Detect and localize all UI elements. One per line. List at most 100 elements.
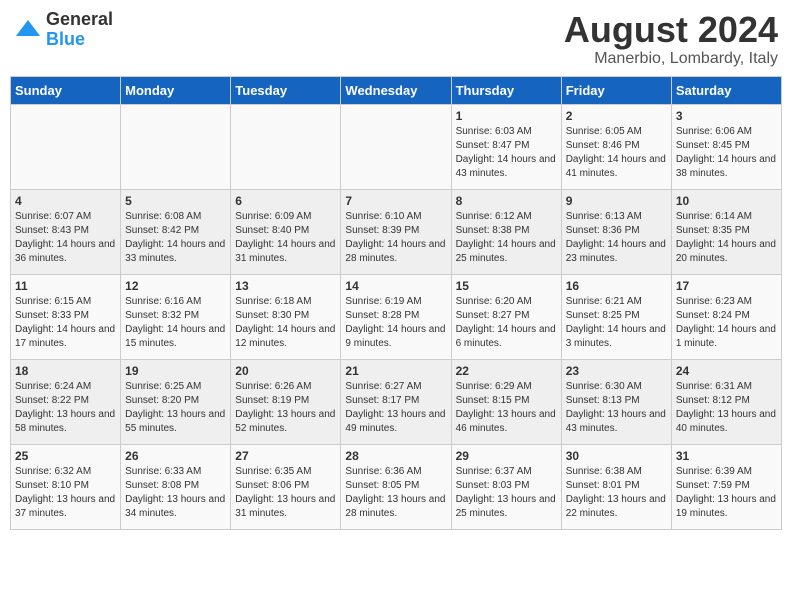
daylight: Daylight: 14 hours and 31 minutes.	[235, 238, 336, 266]
sunrise: Sunrise: 6:10 AM	[345, 210, 446, 224]
sunset: Sunset: 8:42 PM	[125, 224, 226, 238]
daylight: Daylight: 13 hours and 19 minutes.	[676, 493, 777, 521]
day-number: 16	[566, 279, 667, 293]
daylight: Daylight: 14 hours and 17 minutes.	[15, 323, 116, 351]
daylight: Daylight: 13 hours and 43 minutes.	[566, 408, 667, 436]
sunset: Sunset: 7:59 PM	[676, 479, 777, 493]
sunrise: Sunrise: 6:12 AM	[456, 210, 557, 224]
day-info: Sunrise: 6:19 AMSunset: 8:28 PMDaylight:…	[345, 295, 446, 351]
calendar-cell: 2Sunrise: 6:05 AMSunset: 8:46 PMDaylight…	[561, 104, 671, 189]
day-info: Sunrise: 6:06 AMSunset: 8:45 PMDaylight:…	[676, 125, 777, 181]
daylight: Daylight: 13 hours and 46 minutes.	[456, 408, 557, 436]
calendar-cell: 24Sunrise: 6:31 AMSunset: 8:12 PMDayligh…	[671, 359, 781, 444]
sunset: Sunset: 8:13 PM	[566, 394, 667, 408]
calendar-cell	[121, 104, 231, 189]
daylight: Daylight: 13 hours and 22 minutes.	[566, 493, 667, 521]
calendar-cell: 18Sunrise: 6:24 AMSunset: 8:22 PMDayligh…	[11, 359, 121, 444]
daylight: Daylight: 13 hours and 37 minutes.	[15, 493, 116, 521]
daylight: Daylight: 14 hours and 25 minutes.	[456, 238, 557, 266]
day-info: Sunrise: 6:18 AMSunset: 8:30 PMDaylight:…	[235, 295, 336, 351]
day-info: Sunrise: 6:13 AMSunset: 8:36 PMDaylight:…	[566, 210, 667, 266]
day-number: 21	[345, 364, 446, 378]
calendar-cell: 12Sunrise: 6:16 AMSunset: 8:32 PMDayligh…	[121, 274, 231, 359]
calendar-cell: 5Sunrise: 6:08 AMSunset: 8:42 PMDaylight…	[121, 189, 231, 274]
calendar-cell: 3 Sunrise: 6:06 AMSunset: 8:45 PMDaylight…	[671, 104, 781, 189]
sunset: Sunset: 8:47 PM	[456, 139, 557, 153]
sunrise: Sunrise: 6:21 AM	[566, 295, 667, 309]
sunrise: Sunrise: 6:27 AM	[345, 380, 446, 394]
daylight: Daylight: 14 hours and 38 minutes.	[676, 153, 777, 181]
day-info: Sunrise: 6:36 AMSunset: 8:05 PMDaylight:…	[345, 465, 446, 521]
daylight: Daylight: 13 hours and 52 minutes.	[235, 408, 336, 436]
header-day-monday: Monday	[121, 76, 231, 104]
day-number: 17	[676, 279, 777, 293]
sunrise: Sunrise: 6:32 AM	[15, 465, 116, 479]
sunrise: Sunrise: 6:20 AM	[456, 295, 557, 309]
day-number: 9	[566, 194, 667, 208]
calendar-cell: 17 Sunrise: 6:23 AMSunset: 8:24 PMDayligh…	[671, 274, 781, 359]
day-number: 10	[676, 194, 777, 208]
sunrise: Sunrise: 6:39 AM	[676, 465, 777, 479]
calendar-cell: 1Sunrise: 6:03 AMSunset: 8:47 PMDaylight…	[451, 104, 561, 189]
daylight: Daylight: 14 hours and 6 minutes.	[456, 323, 557, 351]
day-number: 8	[456, 194, 557, 208]
day-info: Sunrise: 6:32 AMSunset: 8:10 PMDaylight:…	[15, 465, 116, 521]
calendar-table: SundayMondayTuesdayWednesdayThursdayFrid…	[10, 76, 782, 530]
header-day-thursday: Thursday	[451, 76, 561, 104]
calendar-cell: 19Sunrise: 6:25 AMSunset: 8:20 PMDayligh…	[121, 359, 231, 444]
sunset: Sunset: 8:20 PM	[125, 394, 226, 408]
sunset: Sunset: 8:17 PM	[345, 394, 446, 408]
calendar-week-4: 18Sunrise: 6:24 AMSunset: 8:22 PMDayligh…	[11, 359, 782, 444]
day-info: Sunrise: 6:30 AMSunset: 8:13 PMDaylight:…	[566, 380, 667, 436]
day-number: 3	[676, 109, 777, 123]
day-info: Sunrise: 6:21 AMSunset: 8:25 PMDaylight:…	[566, 295, 667, 351]
calendar-cell: 14 Sunrise: 6:19 AMSunset: 8:28 PMDayligh…	[341, 274, 451, 359]
day-number: 14	[345, 279, 446, 293]
sunrise: Sunrise: 6:03 AM	[456, 125, 557, 139]
calendar-cell: 11Sunrise: 6:15 AMSunset: 8:33 PMDayligh…	[11, 274, 121, 359]
daylight: Daylight: 13 hours and 40 minutes.	[676, 408, 777, 436]
calendar-week-2: 4Sunrise: 6:07 AMSunset: 8:43 PMDaylight…	[11, 189, 782, 274]
day-number: 5	[125, 194, 226, 208]
sunrise: Sunrise: 6:08 AM	[125, 210, 226, 224]
day-info: Sunrise: 6:05 AMSunset: 8:46 PMDaylight:…	[566, 125, 667, 181]
sunrise: Sunrise: 6:15 AM	[15, 295, 116, 309]
calendar-cell: 28 Sunrise: 6:36 AMSunset: 8:05 PMDayligh…	[341, 444, 451, 529]
calendar-cell: 31 Sunrise: 6:39 AMSunset: 7:59 PMDayligh…	[671, 444, 781, 529]
sunset: Sunset: 8:05 PM	[345, 479, 446, 493]
calendar-cell: 6Sunrise: 6:09 AMSunset: 8:40 PMDaylight…	[231, 189, 341, 274]
daylight: Daylight: 13 hours and 25 minutes.	[456, 493, 557, 521]
logo-blue: Blue	[46, 30, 113, 50]
day-number: 25	[15, 449, 116, 463]
day-number: 28	[345, 449, 446, 463]
sunset: Sunset: 8:01 PM	[566, 479, 667, 493]
daylight: Daylight: 14 hours and 28 minutes.	[345, 238, 446, 266]
day-number: 23	[566, 364, 667, 378]
calendar-cell: 10Sunrise: 6:14 AMSunset: 8:35 PMDayligh…	[671, 189, 781, 274]
day-info: Sunrise: 6:16 AMSunset: 8:32 PMDaylight:…	[125, 295, 226, 351]
sunrise: Sunrise: 6:23 AM	[676, 295, 777, 309]
calendar-cell: 27Sunrise: 6:35 AMSunset: 8:06 PMDayligh…	[231, 444, 341, 529]
sunset: Sunset: 8:39 PM	[345, 224, 446, 238]
sunset: Sunset: 8:06 PM	[235, 479, 336, 493]
calendar-cell: 22Sunrise: 6:29 AMSunset: 8:15 PMDayligh…	[451, 359, 561, 444]
logo-text: General Blue	[46, 10, 113, 50]
day-info: Sunrise: 6:33 AMSunset: 8:08 PMDaylight:…	[125, 465, 226, 521]
day-number: 4	[15, 194, 116, 208]
sunset: Sunset: 8:33 PM	[15, 309, 116, 323]
calendar-cell	[341, 104, 451, 189]
day-number: 26	[125, 449, 226, 463]
calendar-header-row: SundayMondayTuesdayWednesdayThursdayFrid…	[11, 76, 782, 104]
day-number: 31	[676, 449, 777, 463]
day-info: Sunrise: 6:29 AMSunset: 8:15 PMDaylight:…	[456, 380, 557, 436]
sunrise: Sunrise: 6:36 AM	[345, 465, 446, 479]
sunrise: Sunrise: 6:16 AM	[125, 295, 226, 309]
day-number: 13	[235, 279, 336, 293]
day-number: 30	[566, 449, 667, 463]
day-info: Sunrise: 6:23 AMSunset: 8:24 PMDaylight:…	[676, 295, 777, 351]
day-number: 18	[15, 364, 116, 378]
sunset: Sunset: 8:40 PM	[235, 224, 336, 238]
calendar-cell: 7Sunrise: 6:10 AMSunset: 8:39 PMDaylight…	[341, 189, 451, 274]
header-day-tuesday: Tuesday	[231, 76, 341, 104]
sunset: Sunset: 8:43 PM	[15, 224, 116, 238]
